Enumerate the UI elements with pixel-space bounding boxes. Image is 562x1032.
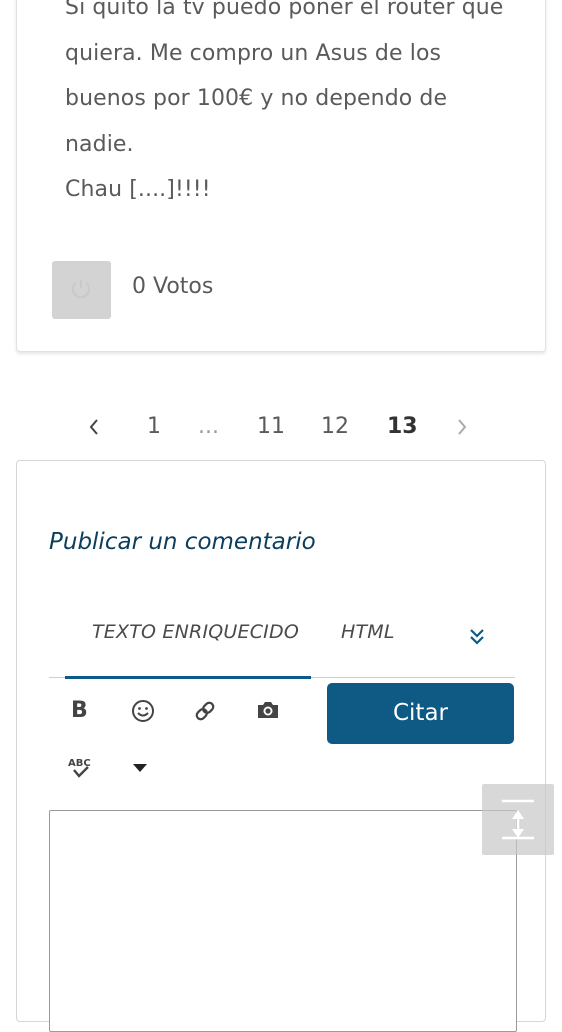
- active-tab-indicator: [65, 676, 311, 679]
- pagination: 1 ... 11 12 13: [80, 410, 490, 444]
- camera-icon[interactable]: [255, 697, 281, 723]
- pagination-page-12[interactable]: 12: [321, 410, 349, 444]
- pagination-page-11[interactable]: 11: [257, 410, 285, 444]
- link-icon[interactable]: [192, 698, 218, 724]
- post-line: Si quito la tv puedo poner el router que: [65, 0, 504, 20]
- post-body: Si quito la tv puedo poner el router que…: [65, 0, 525, 213]
- chevron-left-icon: [89, 419, 98, 435]
- quote-button[interactable]: Citar: [327, 683, 514, 744]
- bold-icon[interactable]: B: [71, 698, 88, 723]
- chevron-right-icon: [458, 419, 467, 435]
- post-line: buenos por 100€ y no dependo de: [65, 86, 448, 111]
- tab-html[interactable]: HTML: [341, 621, 395, 643]
- comment-card: Publicar un comentario TEXTO ENRIQUECIDO…: [16, 460, 546, 1032]
- dropdown-caret-icon[interactable]: [133, 764, 147, 772]
- double-chevron-down-icon[interactable]: [467, 627, 487, 647]
- vote-count: 0 Votos: [132, 274, 214, 299]
- editor-tabs: TEXTO ENRIQUECIDO HTML: [49, 611, 515, 681]
- scroll-to-top-button[interactable]: [482, 784, 554, 855]
- post-line: nadie.: [65, 131, 134, 157]
- pagination-prev-button[interactable]: [88, 410, 100, 436]
- vote-button[interactable]: [52, 261, 111, 319]
- post-line: Chau [....]!!!!: [65, 177, 211, 202]
- post-line: quiera. Me compro un Asus de los: [65, 40, 442, 66]
- pagination-page-current: 13: [387, 414, 418, 439]
- scroll-top-icon: [502, 799, 534, 840]
- tab-rich-text[interactable]: TEXTO ENRIQUECIDO: [92, 621, 299, 643]
- pagination-page-1[interactable]: 1: [147, 410, 161, 444]
- comment-title: Publicar un comentario: [49, 529, 316, 555]
- pagination-next-button[interactable]: [456, 410, 468, 436]
- post-card: Si quito la tv puedo poner el router que…: [16, 0, 546, 352]
- spellcheck-icon[interactable]: ABC: [67, 755, 95, 781]
- power-icon: [72, 280, 90, 299]
- emoji-icon[interactable]: [130, 698, 156, 724]
- pagination-ellipsis: ...: [198, 414, 219, 439]
